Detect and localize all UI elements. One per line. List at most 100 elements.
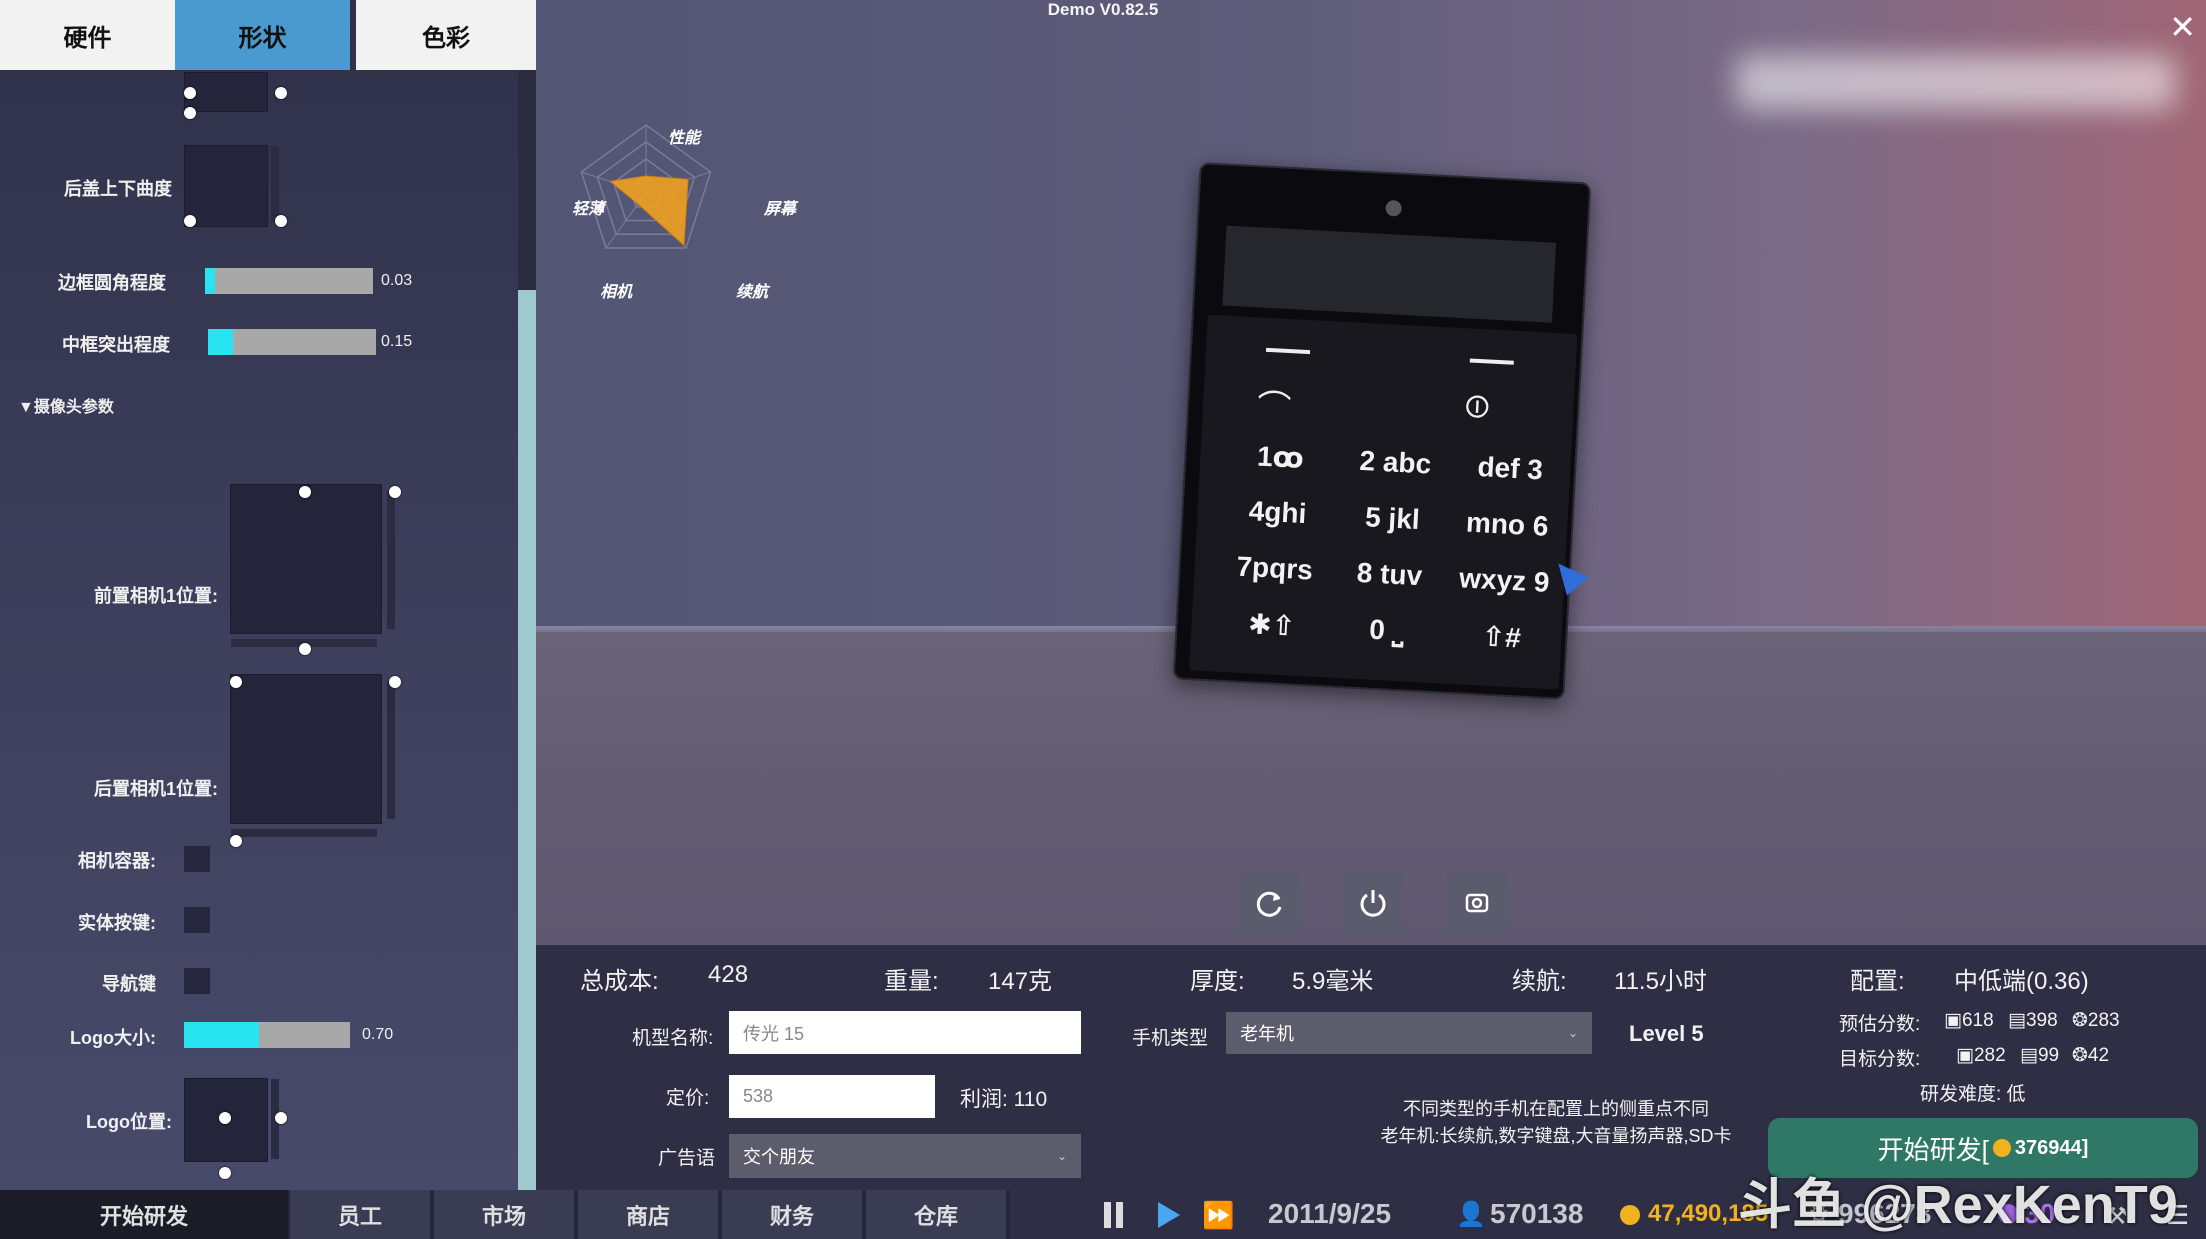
pad-handle[interactable]: [275, 1112, 287, 1124]
target-score-screen: ▤99: [2020, 1045, 2060, 1066]
cost-label: 总成本:: [580, 968, 659, 995]
weight-label: 重量:: [884, 968, 939, 995]
nav-keys-checkbox[interactable]: [184, 968, 210, 994]
nav-staff[interactable]: 员工: [290, 1190, 430, 1239]
sidebar: 硬件 形状 色彩 后盖上下曲度 边框圆角程度 0.03 中框突出程度 0.15 …: [0, 0, 536, 1190]
tab-hardware[interactable]: 硬件: [0, 0, 175, 70]
phone-model[interactable]: ⌒ ⏼ 1ꝏ 2 abc def 3 4ghi 5 jkl mno 6 7pqrs 8 tuv…: [1172, 162, 1592, 700]
chevron-down-icon: ⌄: [1567, 1026, 1578, 1040]
radar-label-performance: 性能: [668, 130, 701, 147]
price-input[interactable]: 538: [729, 1075, 935, 1118]
top-pad[interactable]: [184, 72, 268, 112]
game-window: Demo V0.82.5 ✕ 性能 屏幕 续航 相机 轻薄 ⌒ ⏼ 1ꝏ 2 ab…: [0, 0, 2206, 1239]
pad-handle[interactable]: [275, 87, 287, 99]
logo-size-slider[interactable]: [184, 1022, 350, 1048]
phone-keypad: ⌒ ⏼ 1ꝏ 2 abc def 3 4ghi 5 jkl mno 6 7pqrs 8 tuv…: [1189, 314, 1578, 690]
play-icon[interactable]: [1158, 1202, 1180, 1228]
call-icon: ⌒: [1256, 388, 1293, 429]
pad-handle[interactable]: [219, 1112, 231, 1124]
fans-icon: 👤: [1456, 1201, 1486, 1228]
phone-type-value: 老年机: [1240, 1024, 1294, 1044]
softkey-right: [1469, 358, 1514, 365]
rear-camera-label: 后置相机1位置:: [93, 779, 218, 799]
rear-camera-pad[interactable]: [230, 674, 395, 837]
nav-shop[interactable]: 商店: [578, 1190, 718, 1239]
estimated-score-screen: ▤398: [2008, 1010, 2058, 1031]
front-camera-pad[interactable]: [230, 484, 395, 647]
softkey-left: [1265, 347, 1311, 355]
frame-corner-slider[interactable]: [205, 268, 373, 294]
date-display: 2011/9/25: [1268, 1198, 1392, 1229]
phone-key: ⇧#: [1481, 620, 1522, 654]
pad-handle[interactable]: [299, 643, 311, 655]
power-button[interactable]: [1342, 872, 1404, 934]
physical-keys-label: 实体按键:: [78, 913, 156, 933]
version-label: Demo V0.82.5: [1047, 0, 1159, 19]
phone-key: def 3: [1476, 451, 1544, 486]
ad-slogan-dropdown[interactable]: 交个朋友 ⌄: [729, 1134, 1081, 1178]
thickness-value: 5.9毫米: [1292, 968, 1374, 995]
thickness-label: 厚度:: [1190, 968, 1245, 995]
tab-color[interactable]: 色彩: [356, 0, 536, 70]
pad-handle[interactable]: [389, 486, 401, 498]
phone-key: 1ꝏ: [1256, 440, 1305, 474]
camera-housing-checkbox[interactable]: [184, 846, 210, 872]
physical-keys-checkbox[interactable]: [184, 907, 210, 933]
mid-frame-value: 0.15: [381, 333, 413, 350]
pause-icon[interactable]: [1104, 1202, 1111, 1228]
target-score-label: 目标分数:: [1839, 1049, 1921, 1070]
phone-key: 2 abc: [1358, 444, 1432, 480]
logo-size-label: Logo大小:: [70, 1028, 156, 1048]
phone-key: 7pqrs: [1235, 550, 1314, 586]
pad-handle[interactable]: [184, 87, 196, 99]
logo-position-label: Logo位置:: [86, 1112, 172, 1132]
phone-key: 5 jkl: [1364, 501, 1421, 536]
frame-corner-label: 边框圆角程度: [58, 273, 166, 293]
config-value: 中低端(0.36): [1954, 968, 2089, 995]
pad-handle[interactable]: [184, 107, 196, 119]
nav-market[interactable]: 市场: [434, 1190, 574, 1239]
front-camera-label: 前置相机1位置:: [93, 586, 218, 606]
back-cover-curve-pad[interactable]: [184, 145, 279, 227]
model-name-input[interactable]: 传光 15: [729, 1011, 1081, 1054]
fast-forward-icon[interactable]: ⏩: [1202, 1202, 1234, 1228]
estimated-score-battery: ❂283: [2072, 1010, 2120, 1031]
radar-label-battery: 续航: [736, 284, 769, 301]
phone-type-dropdown[interactable]: 老年机 ⌄: [1226, 1012, 1592, 1054]
fans-count: 570138: [1490, 1198, 1584, 1229]
frame-corner-value: 0.03: [381, 272, 413, 289]
screenshot-icon: [1465, 893, 1489, 913]
nav-warehouse[interactable]: 仓库: [866, 1190, 1006, 1239]
price-label: 定价:: [666, 1088, 710, 1109]
phone-screen: [1222, 225, 1557, 323]
model-name-label: 机型名称:: [632, 1028, 714, 1049]
estimated-score-label: 预估分数:: [1839, 1014, 1921, 1035]
chevron-down-icon: ⌄: [1056, 1149, 1067, 1163]
pad-handle[interactable]: [299, 486, 311, 498]
pad-handle[interactable]: [230, 676, 242, 688]
nav-finance[interactable]: 财务: [722, 1190, 862, 1239]
viewport-3d[interactable]: Demo V0.82.5 ✕ 性能 屏幕 续航 相机 轻薄 ⌒ ⏼ 1ꝏ 2 ab…: [536, 0, 2206, 945]
phone-key: 0 ⎵: [1368, 613, 1405, 647]
mid-frame-slider[interactable]: [208, 329, 376, 355]
camera-section-toggle[interactable]: ▼摄像头参数: [18, 393, 114, 417]
tab-shape[interactable]: 形状: [175, 0, 350, 70]
pad-handle[interactable]: [230, 835, 242, 847]
rotate-icon: [1256, 891, 1282, 917]
pad-handle[interactable]: [275, 215, 287, 227]
nav-start-research[interactable]: 开始研发: [0, 1190, 288, 1239]
close-icon[interactable]: ✕: [2169, 8, 2196, 46]
ad-slogan-label: 广告语: [658, 1148, 716, 1169]
sidebar-scroll-thumb[interactable]: [518, 290, 536, 1190]
front-camera: [1385, 199, 1403, 217]
config-label: 配置:: [1850, 968, 1905, 995]
pad-handle[interactable]: [219, 1167, 231, 1179]
radar-label-thin: 轻薄: [572, 201, 605, 218]
pad-handle[interactable]: [389, 676, 401, 688]
battery-label: 续航:: [1512, 968, 1567, 995]
rotate-button[interactable]: [1238, 872, 1300, 934]
pad-handle[interactable]: [184, 215, 196, 227]
radar-label-camera: 相机: [600, 284, 633, 301]
phone-key: 4ghi: [1248, 495, 1308, 530]
screenshot-button[interactable]: [1446, 872, 1508, 934]
